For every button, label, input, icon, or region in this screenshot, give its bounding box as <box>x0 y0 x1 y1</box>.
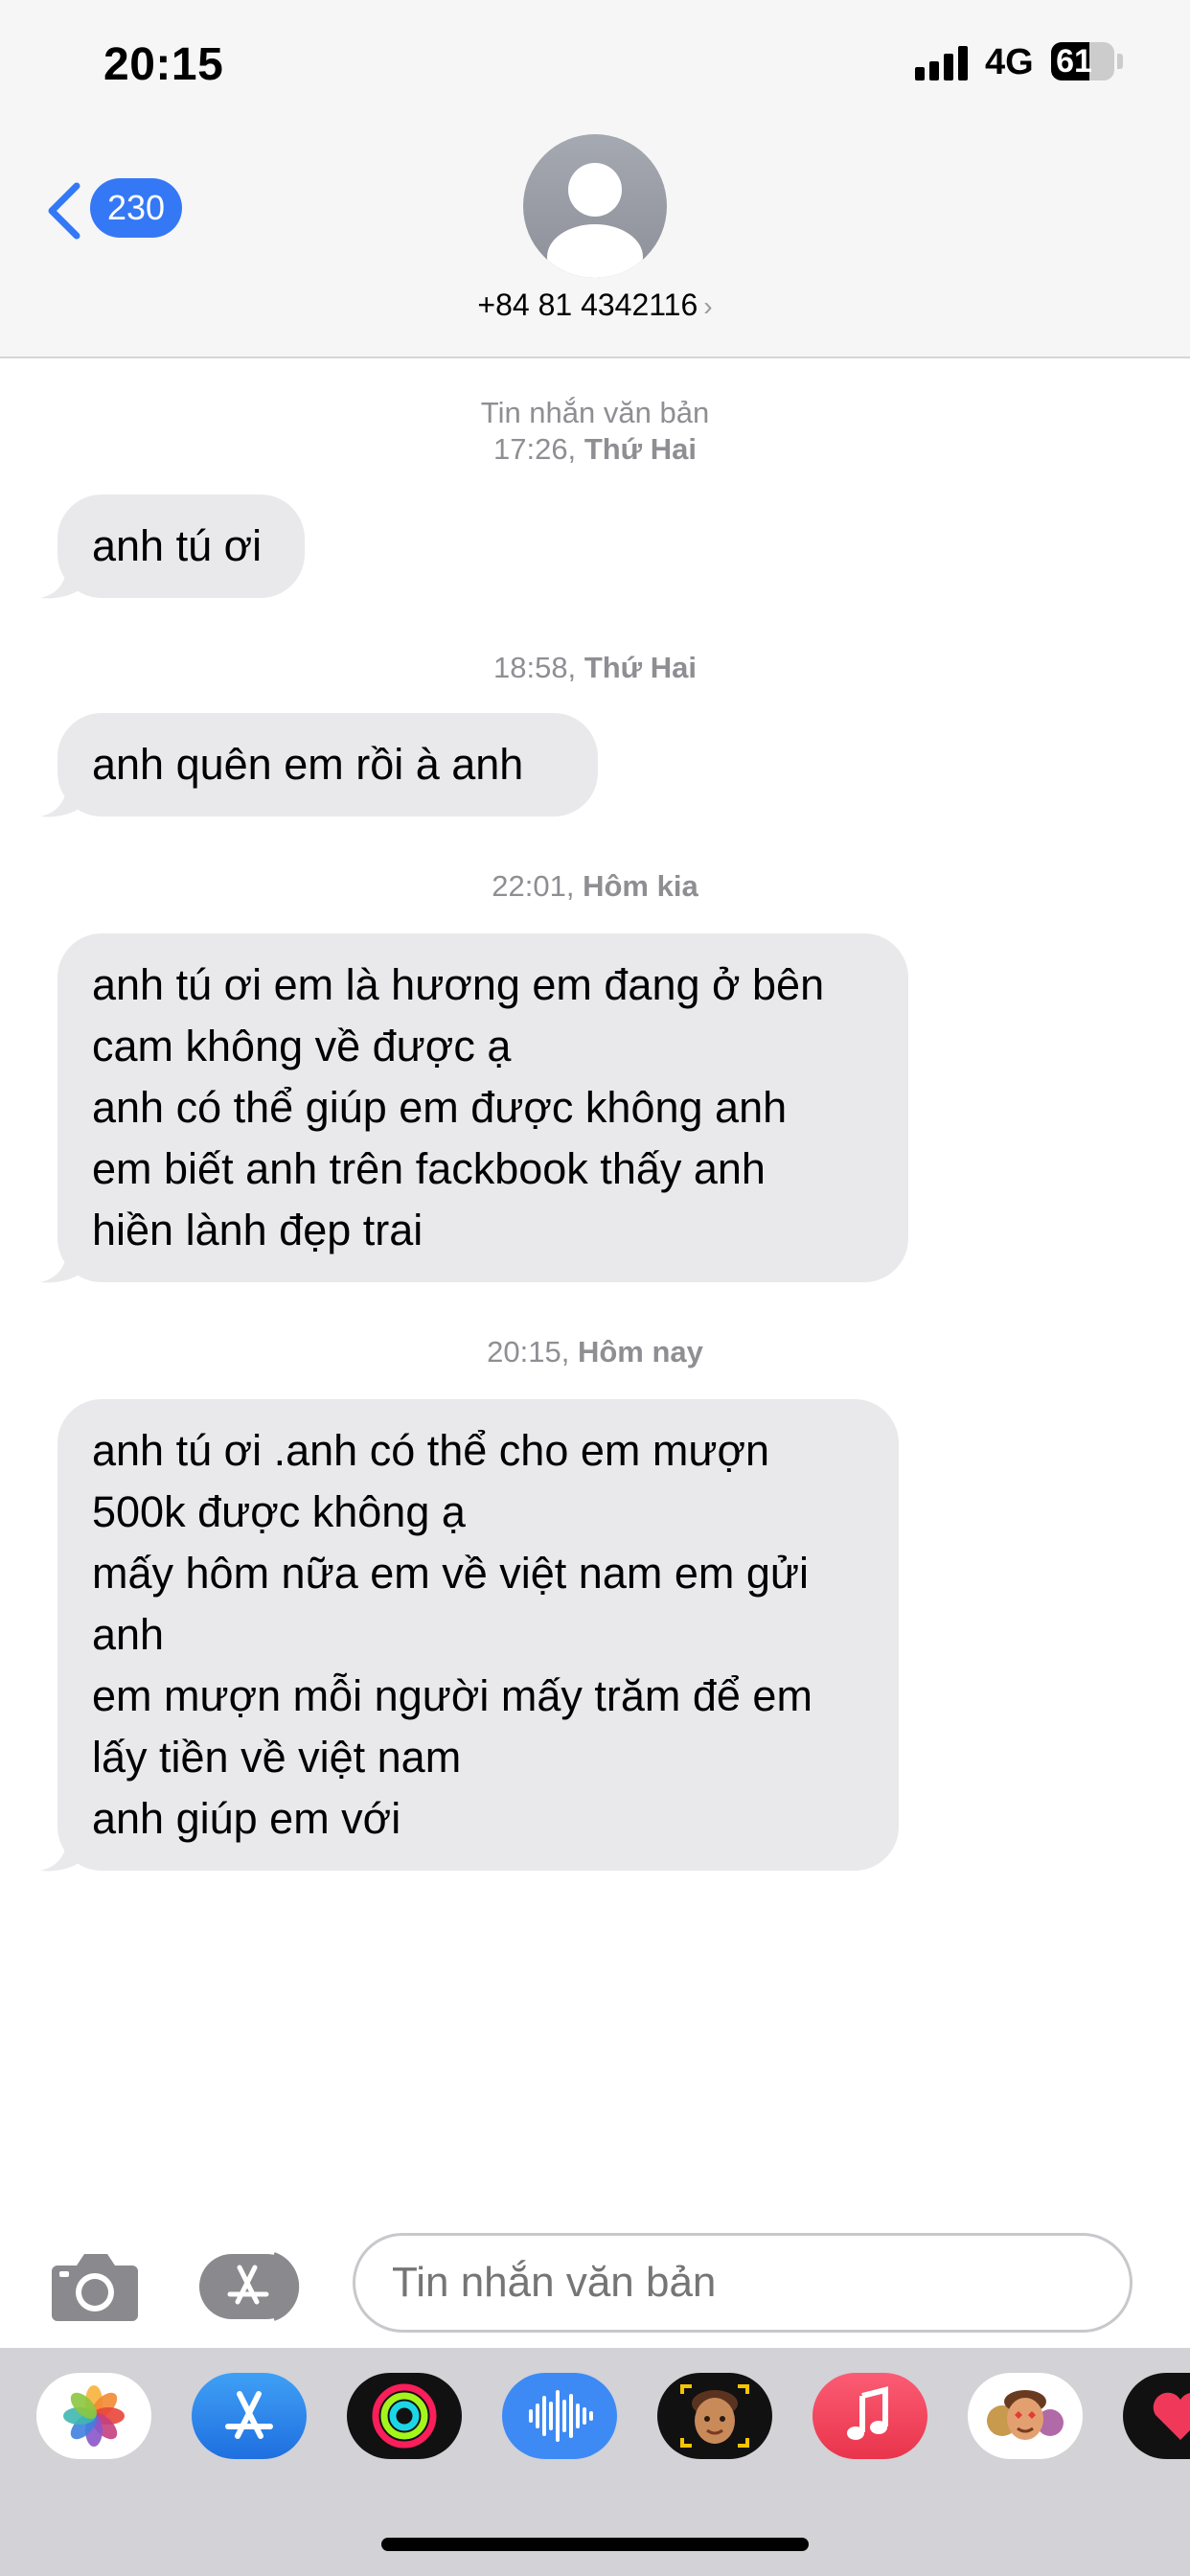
music-icon <box>847 2386 888 2440</box>
audio-message-app-button[interactable] <box>502 2373 617 2459</box>
battery-cap <box>1117 54 1123 69</box>
contact-name[interactable]: +84 81 4342116 › <box>0 288 1190 323</box>
apps-button[interactable] <box>197 2252 305 2321</box>
memoji-app-button[interactable] <box>657 2373 772 2459</box>
message-input[interactable] <box>353 2233 1133 2333</box>
network-type: 4G <box>985 42 1034 82</box>
memoji-icon <box>680 2384 749 2448</box>
battery-icon: 61 <box>1051 42 1114 80</box>
message-bubble[interactable]: anh tú ơi .anh có thể cho em mượn 500k đ… <box>57 1399 899 1871</box>
timestamp-prefix: Tin nhắn văn bản <box>480 396 710 429</box>
contact-number: +84 81 4342116 <box>477 288 698 322</box>
chevron-right-icon: › <box>703 291 713 321</box>
message-bubble[interactable]: anh tú ơi <box>57 494 305 598</box>
audio-message-icon <box>529 2390 593 2442</box>
photos-icon <box>63 2385 125 2447</box>
activity-icon <box>372 2383 437 2449</box>
app-store-icon <box>225 2391 273 2439</box>
back-button[interactable]: 230 <box>44 176 188 240</box>
timestamp-time: 22:01, <box>492 869 575 903</box>
timestamp-time: 17:26, <box>492 432 577 466</box>
camera-button[interactable] <box>50 2248 140 2323</box>
photos-app-button[interactable] <box>36 2373 151 2459</box>
digital-touch-app-button[interactable] <box>1123 2373 1190 2459</box>
camera-icon <box>52 2254 138 2321</box>
timestamp-time: 20:15, <box>487 1335 570 1368</box>
app-store-icon <box>199 2252 300 2321</box>
memoji-stickers-icon <box>987 2390 1064 2440</box>
timestamp: 20:15, Hôm nay <box>0 1334 1190 1370</box>
conversation-header: 20:15 4G 61 230 +84 81 4342116 › <box>0 0 1190 358</box>
timestamp: 22:01, Hôm kia <box>0 868 1190 905</box>
home-indicator[interactable] <box>381 2538 809 2551</box>
cellular-signal-icon <box>915 46 969 80</box>
person-icon <box>547 163 643 278</box>
timestamp-day: Thứ Hai <box>584 432 697 466</box>
status-time: 20:15 <box>103 39 224 90</box>
music-app-button[interactable] <box>812 2373 927 2459</box>
chevron-left-icon <box>48 182 80 240</box>
contact-avatar[interactable] <box>523 134 667 278</box>
app-store-app-button[interactable] <box>192 2373 307 2459</box>
timestamp-day: Hôm nay <box>577 1335 703 1368</box>
message-bubble[interactable]: anh quên em rồi à anh <box>57 713 598 816</box>
battery-level: 61 <box>1056 43 1092 80</box>
digital-touch-icon <box>1153 2392 1190 2440</box>
message-bubble[interactable]: anh tú ơi em là hương em đang ở bên cam … <box>57 933 908 1282</box>
timestamp-day: Thứ Hai <box>584 651 697 684</box>
timestamp-day: Hôm kia <box>583 869 698 903</box>
timestamp: Tin nhắn văn bản 17:26, Thứ Hai <box>0 395 1190 468</box>
activity-app-button[interactable] <box>347 2373 462 2459</box>
timestamp-time: 18:58, <box>492 651 577 684</box>
memoji-stickers-app-button[interactable] <box>968 2373 1083 2459</box>
unread-count-badge: 230 <box>90 178 182 238</box>
timestamp: 18:58, Thứ Hai <box>0 650 1190 686</box>
